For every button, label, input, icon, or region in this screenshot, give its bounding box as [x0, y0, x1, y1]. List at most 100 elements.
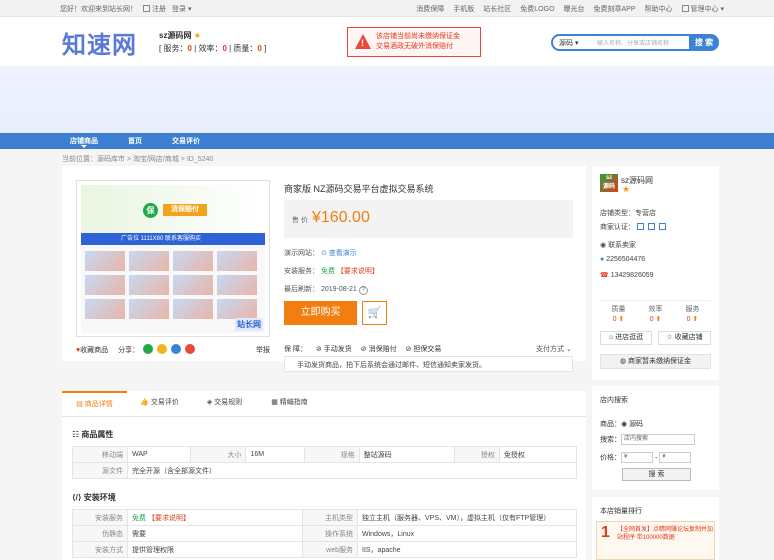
- price-min-input[interactable]: ¥: [621, 452, 653, 463]
- search-button[interactable]: 搜 索: [689, 34, 719, 51]
- environment-title: ⟨/⟩ 安装环境: [72, 493, 116, 502]
- ranking-number: 1: [601, 524, 610, 541]
- buy-now-button[interactable]: 立即购买: [284, 301, 357, 325]
- home-icon: ⌂: [608, 334, 614, 341]
- tab-product-details[interactable]: ▤ 商品详情: [62, 391, 127, 416]
- price-value: ¥160.00: [312, 209, 370, 226]
- add-to-cart-button[interactable]: 🛒: [362, 301, 387, 325]
- contact-seller-link[interactable]: ◉ 联系卖家: [600, 240, 636, 250]
- ranking-item-title: 【全网首发】点睛网赚论坛复制并加站程序 带100000数据: [617, 527, 714, 541]
- enter-shop-button[interactable]: ⌂ 进店逛逛: [600, 331, 652, 345]
- star-icon: ★: [622, 184, 631, 194]
- header: 知速网 sz源码网 ★ [ 服务：0 | 效率：0 | 质量：0 ] ! 该店铺…: [0, 17, 774, 66]
- qq-contact[interactable]: ● 2256504476: [600, 256, 645, 263]
- wechat-icon[interactable]: [143, 344, 154, 354]
- login-link[interactable]: 登录 ▾: [172, 4, 191, 14]
- sidebar-scores: 质量 0 ⬆ 效率 0 ⬆ 服务 0 ⬆: [600, 300, 711, 325]
- demo-row: 演示网站： ⊙ 查看演示: [284, 250, 357, 257]
- collect-shop-button[interactable]: ☆ 收藏店铺: [658, 331, 711, 345]
- header-shop-name[interactable]: sz源码网 ★: [159, 30, 201, 41]
- view-demo-link[interactable]: ⊙ 查看演示: [321, 250, 357, 257]
- qq-icon: ●: [600, 256, 605, 263]
- product-image[interactable]: 保 消保赔付 广告位 1111X80 联系客服购买 站长网: [76, 180, 270, 337]
- info-icon: ◍: [619, 358, 627, 365]
- shop-card: sz 源码 sz源码网 ★ 店铺类型：专营店 商家认证： ◉ 联系卖家 ● 225…: [592, 166, 719, 380]
- shop-search: 店内搜索 商品：◉ 源码 搜索： 店内搜索 价格： ¥ - ¥ 搜 索: [592, 386, 719, 490]
- search-icon: ⊙: [320, 250, 327, 257]
- product-panel: 保 消保赔付 广告位 1111X80 联系客服购买 站长网 ♥收藏商品 分享： …: [62, 166, 586, 372]
- table-row: 安装服务 免费 【要求说明】 主机类型 独立主机（服务器、VPS、VM），虚拟主机…: [72, 509, 577, 526]
- collect-product-button[interactable]: ♥收藏商品: [76, 345, 108, 355]
- search-type-select[interactable]: 源码 ▾: [559, 38, 578, 48]
- shop-keyword-input[interactable]: 店内搜索: [621, 434, 695, 445]
- shop-search-button[interactable]: 搜 索: [622, 468, 691, 481]
- guide-icon: ▦: [271, 399, 278, 406]
- ranking-title: 本店销量排行: [600, 508, 642, 515]
- header-shop-scores: [ 服务：0 | 效率：0 | 质量：0 ]: [159, 44, 267, 53]
- gallery-thumbnails: [81, 247, 265, 323]
- phone-cert-icon: [658, 223, 666, 230]
- update-row: 最后刷新： 2019-08-21 ?: [284, 284, 368, 295]
- toplink-mobile[interactable]: 手机版: [453, 4, 474, 14]
- guarantee-escrow: ⊘ 担保交易: [405, 346, 442, 353]
- toplink-exposure[interactable]: 曝光台: [564, 4, 585, 14]
- chat-icon: ◉: [600, 242, 607, 249]
- no-deposit-badge: ◍ 商家暂未缴纳保证金: [600, 354, 711, 369]
- keyword-row: 搜索： 店内搜索: [600, 434, 695, 445]
- rules-icon: ◈: [206, 399, 213, 406]
- table-row: 源文件 完全开源（含全部源文件）: [72, 462, 577, 479]
- toplink-community[interactable]: 站长社区: [483, 4, 511, 14]
- tab-reviews[interactable]: 👍 交易评价: [127, 391, 192, 416]
- share-bar: 分享：: [118, 344, 195, 355]
- nav-home[interactable]: 首页: [128, 136, 142, 146]
- site-logo[interactable]: 知速网: [62, 25, 137, 60]
- guarantee-row: 保 障： ⊘ 手动发货 ⊘ 消保赔付 ⊘ 担保交易 支付方式 ⌄: [284, 346, 572, 353]
- price-box: 售 价 ¥160.00: [284, 200, 573, 238]
- search-box: 源码 ▾ 输入名称、分享或店铺名称 搜 索: [551, 34, 719, 51]
- shop-type: 店铺类型：专营店: [600, 210, 656, 217]
- env-install-note-link[interactable]: 【要求说明】: [148, 515, 190, 522]
- detail-tabs: ▤ 商品详情 👍 交易评价 ◈ 交易规则 ▦ 精编指南: [62, 391, 586, 417]
- table-row: 安装方式 提供管理权限 web服务 IIS，apache: [72, 541, 577, 558]
- install-row: 安装服务： 免费 【要求说明】: [284, 268, 379, 275]
- ranking-item[interactable]: 1 【全网首发】点睛网赚论坛复制并加站程序 带100000数据: [596, 521, 715, 560]
- document-icon: ▤: [76, 401, 83, 408]
- search-input[interactable]: 输入名称、分享或店铺名称: [597, 38, 669, 47]
- phone-icon: ☎: [600, 272, 609, 279]
- attributes-title: ☷ 商品属性: [72, 430, 114, 439]
- star-outline-icon: ☆: [666, 334, 673, 341]
- payment-method-toggle[interactable]: 支付方式 ⌄: [536, 344, 572, 354]
- register-link[interactable]: 注册: [152, 6, 166, 13]
- attributes-icon: ☷: [72, 430, 80, 439]
- toplink-help[interactable]: 帮助中心: [645, 4, 673, 14]
- report-link[interactable]: 举报: [256, 345, 270, 355]
- deposit-warning: ! 该店铺当前尚未缴纳保证金 交易酒政无破外消保赔付: [347, 27, 481, 57]
- toplink-consumer-protection[interactable]: 消费保障: [416, 4, 444, 14]
- product-type-radio[interactable]: ◉ 源码: [621, 421, 643, 428]
- guarantee-consumer-protection: ⊘ 消保赔付: [360, 346, 397, 353]
- table-row: 移动端 WAP 大小 16M 规格 整站源码 授权 免授权: [72, 446, 578, 463]
- gallery-banner-text: 消保赔付: [163, 204, 207, 216]
- tab-trade-rules[interactable]: ◈ 交易规则: [192, 391, 257, 416]
- tab-guide[interactable]: ▦ 精编指南: [257, 391, 322, 416]
- edit-icon: [143, 5, 150, 12]
- price-max-input[interactable]: ¥: [659, 452, 692, 463]
- table-row: 伪静态 需要 操作系统 Windows，Linux: [72, 525, 577, 542]
- top-bar: 您好！欢迎来到站长网！ 注册 登录 ▾ 消费保障 手机版 站长社区 免费LOGO…: [0, 0, 774, 17]
- sales-ranking: 本店销量排行 1 【全网首发】点睛网赚论坛复制并加站程序 带100000数据: [592, 497, 719, 560]
- shield-icon: 保: [143, 203, 158, 218]
- toplink-free-seal-app[interactable]: 免费刻章APP: [594, 4, 636, 14]
- toplink-free-logo[interactable]: 免费LOGO: [520, 4, 554, 14]
- star-icon: ★: [193, 31, 201, 40]
- shop-logo[interactable]: sz 源码: [600, 174, 618, 192]
- qq-icon[interactable]: [171, 344, 182, 354]
- qzone-icon[interactable]: [157, 344, 168, 354]
- install-note-link[interactable]: 【要求说明】: [337, 268, 379, 275]
- nav-shop-products[interactable]: 店铺商品: [70, 136, 98, 148]
- code-icon: ⟨/⟩: [72, 493, 82, 502]
- toplink-admin[interactable]: 管理中心 ▾: [681, 4, 724, 14]
- question-icon[interactable]: ?: [358, 286, 368, 295]
- nav-reviews[interactable]: 交易评价: [172, 136, 200, 146]
- price-range-row: 价格： ¥ - ¥: [600, 452, 692, 463]
- weibo-icon[interactable]: [184, 344, 195, 354]
